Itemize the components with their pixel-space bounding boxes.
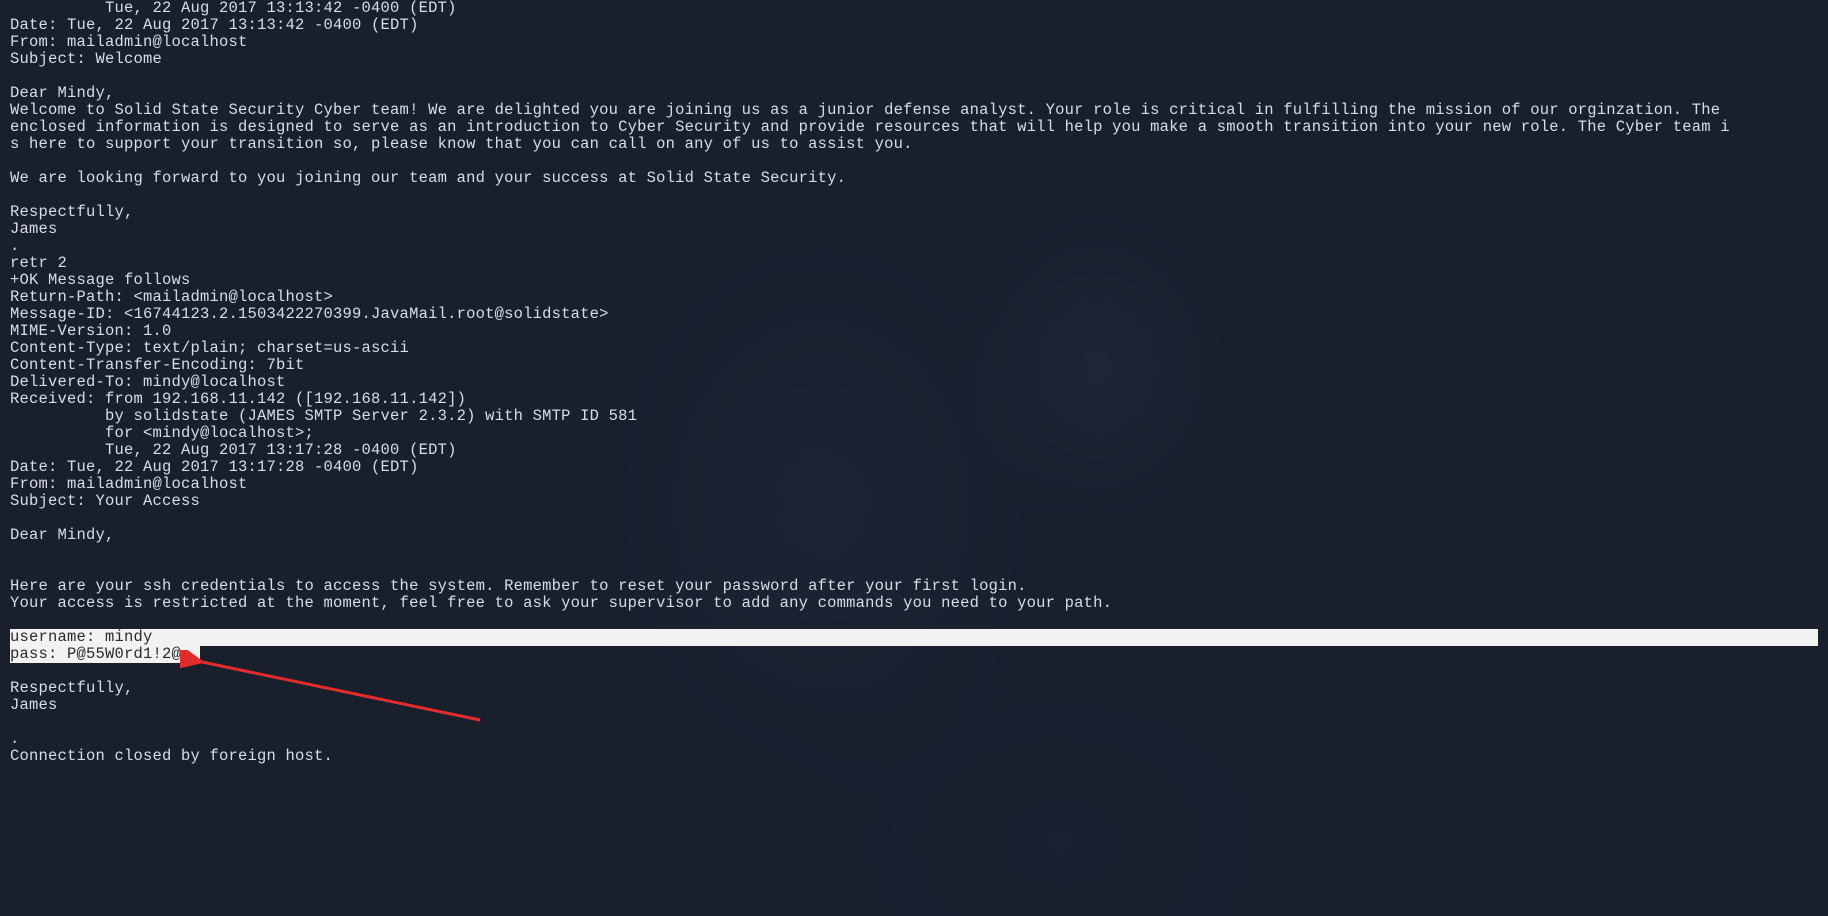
line: From: mailadmin@localhost: [10, 475, 248, 493]
line: James: [10, 220, 58, 238]
line: We are looking forward to you joining ou…: [10, 169, 846, 187]
line: Dear Mindy,: [10, 526, 115, 544]
line: Connection closed by foreign host.: [10, 747, 333, 765]
highlighted-credentials-pass: pass: P@55W0rd1!2@: [10, 645, 200, 663]
line: s here to support your transition so, pl…: [10, 135, 913, 153]
line: Content-Type: text/plain; charset=us-asc…: [10, 339, 409, 357]
line: enclosed information is designed to serv…: [10, 118, 1730, 136]
line: Tue, 22 Aug 2017 13:17:28 -0400 (EDT): [10, 441, 457, 459]
line: Subject: Your Access: [10, 492, 200, 510]
line: MIME-Version: 1.0: [10, 322, 172, 340]
line: Tue, 22 Aug 2017 13:13:42 -0400 (EDT): [10, 0, 457, 17]
line: Date: Tue, 22 Aug 2017 13:13:42 -0400 (E…: [10, 16, 419, 34]
line: by solidstate (JAMES SMTP Server 2.3.2) …: [10, 407, 637, 425]
line: Content-Transfer-Encoding: 7bit: [10, 356, 305, 374]
line: Respectfully,: [10, 203, 134, 221]
line: Welcome to Solid State Security Cyber te…: [10, 101, 1730, 119]
line: Here are your ssh credentials to access …: [10, 577, 1027, 595]
line: .: [10, 730, 20, 748]
line: .: [10, 237, 20, 255]
line: Date: Tue, 22 Aug 2017 13:17:28 -0400 (E…: [10, 458, 419, 476]
line: Respectfully,: [10, 679, 134, 697]
terminal-window[interactable]: Tue, 22 Aug 2017 13:13:42 -0400 (EDT) Da…: [0, 0, 1828, 916]
line: Received: from 192.168.11.142 ([192.168.…: [10, 390, 466, 408]
line: +OK Message follows: [10, 271, 191, 289]
line: for <mindy@localhost>;: [10, 424, 314, 442]
line: Dear Mindy,: [10, 84, 115, 102]
line: Return-Path: <mailadmin@localhost>: [10, 288, 333, 306]
line: retr 2: [10, 254, 67, 272]
line: From: mailadmin@localhost: [10, 33, 248, 51]
line: Delivered-To: mindy@localhost: [10, 373, 286, 391]
line: Subject: Welcome: [10, 50, 162, 68]
line: James: [10, 696, 58, 714]
line: Message-ID: <16744123.2.1503422270399.Ja…: [10, 305, 609, 323]
highlighted-credentials-user: username: mindy: [10, 629, 1818, 646]
terminal-output: Tue, 22 Aug 2017 13:13:42 -0400 (EDT) Da…: [0, 0, 1828, 765]
line: Your access is restricted at the moment,…: [10, 594, 1112, 612]
